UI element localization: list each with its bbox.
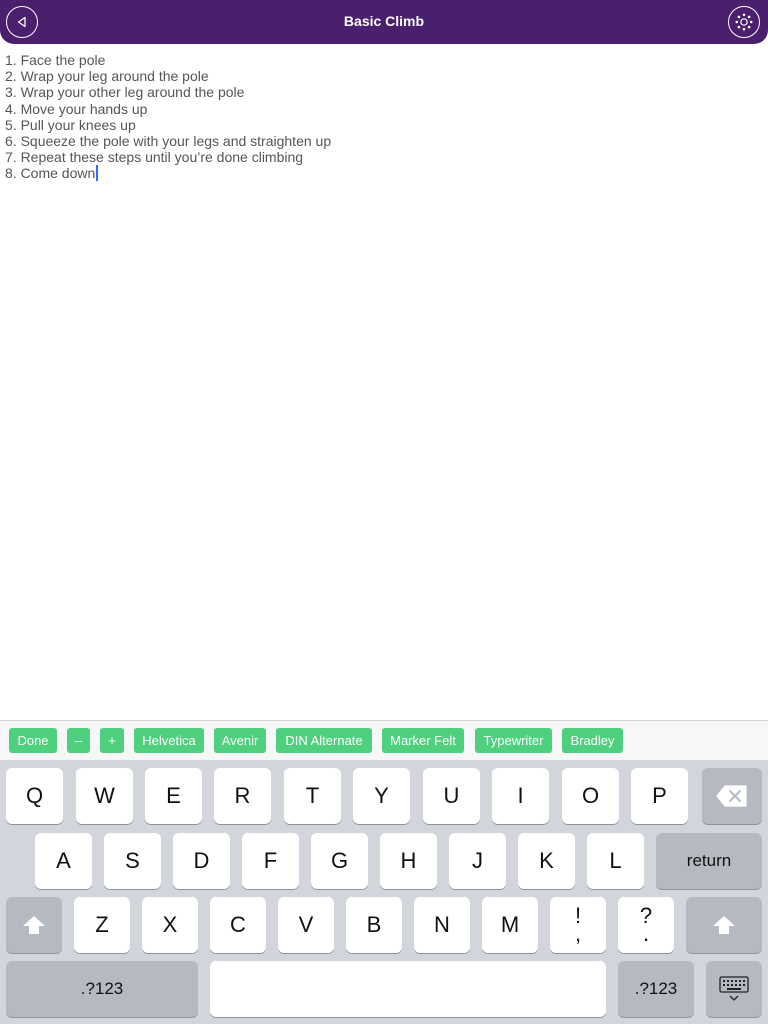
font-toolbar: Done – + Helvetica Avenir DIN Alternate …	[0, 720, 768, 760]
key-r[interactable]: R	[214, 768, 271, 824]
delete-key[interactable]	[702, 768, 762, 824]
shift-key-left[interactable]	[6, 897, 62, 953]
note-line-text: 8. Come down	[5, 165, 96, 182]
note-line-last: 8. Come down	[5, 165, 745, 182]
key-k[interactable]: K	[518, 833, 575, 889]
font-bradley-button[interactable]: Bradley	[562, 728, 623, 753]
note-line: 6. Squeeze the pole with your legs and s…	[5, 133, 332, 150]
note-line: 2. Wrap your leg around the pole	[5, 68, 209, 85]
note-line: 3. Wrap your other leg around the pole	[5, 84, 245, 101]
on-screen-keyboard: Q W E R T Y U I O P A S D F G H J K L re…	[0, 760, 768, 1024]
page-title: Basic Climb	[343, 13, 425, 29]
key-o[interactable]: O	[562, 768, 619, 824]
key-x[interactable]: X	[142, 897, 198, 953]
key-bottom-char: ,	[574, 921, 582, 946]
key-d[interactable]: D	[173, 833, 230, 889]
key-n[interactable]: N	[414, 897, 470, 953]
key-c[interactable]: C	[210, 897, 266, 953]
key-f[interactable]: F	[242, 833, 299, 889]
keyboard-dismiss-icon	[719, 976, 749, 1001]
nav-bar: Basic Climb	[0, 0, 768, 44]
key-g[interactable]: G	[311, 833, 368, 889]
key-y[interactable]: Y	[353, 768, 410, 824]
key-p[interactable]: P	[631, 768, 688, 824]
font-marker-felt-button[interactable]: Marker Felt	[382, 728, 464, 753]
gear-icon	[735, 13, 753, 31]
back-triangle-icon	[17, 16, 26, 28]
key-l[interactable]: L	[587, 833, 644, 889]
key-a[interactable]: A	[35, 833, 92, 889]
numbers-key-right[interactable]: .?123	[618, 961, 694, 1017]
shift-icon	[23, 916, 45, 934]
key-t[interactable]: T	[284, 768, 341, 824]
settings-button[interactable]	[728, 6, 760, 38]
font-helvetica-button[interactable]: Helvetica	[134, 728, 204, 753]
done-button[interactable]: Done	[9, 728, 57, 753]
key-w[interactable]: W	[76, 768, 133, 824]
key-h[interactable]: H	[380, 833, 437, 889]
font-din-alternate-button[interactable]: DIN Alternate	[276, 728, 372, 753]
shift-icon	[713, 916, 735, 934]
note-text-area[interactable]: 1. Face the pole 2. Wrap your leg around…	[5, 52, 745, 182]
key-m[interactable]: M	[482, 897, 538, 953]
note-line: 4. Move your hands up	[5, 100, 148, 117]
key-v[interactable]: V	[278, 897, 334, 953]
shift-key-right[interactable]	[686, 897, 762, 953]
back-button[interactable]	[6, 6, 38, 38]
font-typewriter-button[interactable]: Typewriter	[475, 728, 552, 753]
decrease-size-button[interactable]: –	[67, 728, 90, 753]
key-e[interactable]: E	[145, 768, 202, 824]
key-i[interactable]: I	[492, 768, 549, 824]
key-question-period[interactable]: ? .	[618, 897, 674, 953]
key-s[interactable]: S	[104, 833, 161, 889]
key-j[interactable]: J	[449, 833, 506, 889]
dismiss-keyboard-key[interactable]	[706, 961, 762, 1017]
increase-size-button[interactable]: +	[100, 728, 124, 753]
space-bar[interactable]	[210, 961, 606, 1017]
key-exclamation-comma[interactable]: ! ,	[550, 897, 606, 953]
key-z[interactable]: Z	[74, 897, 130, 953]
note-line: 5. Pull your knees up	[5, 116, 136, 133]
key-bottom-char: .	[642, 921, 650, 946]
numbers-key-left[interactable]: .?123	[6, 961, 198, 1017]
note-line: 1. Face the pole	[5, 52, 106, 68]
key-u[interactable]: U	[423, 768, 480, 824]
backspace-icon	[716, 785, 747, 807]
text-caret	[96, 165, 99, 182]
note-line: 7. Repeat these steps until you’re done …	[5, 149, 304, 166]
font-avenir-button[interactable]: Avenir	[214, 728, 266, 753]
return-key[interactable]: return	[656, 833, 762, 889]
key-b[interactable]: B	[346, 897, 402, 953]
key-q[interactable]: Q	[6, 768, 63, 824]
